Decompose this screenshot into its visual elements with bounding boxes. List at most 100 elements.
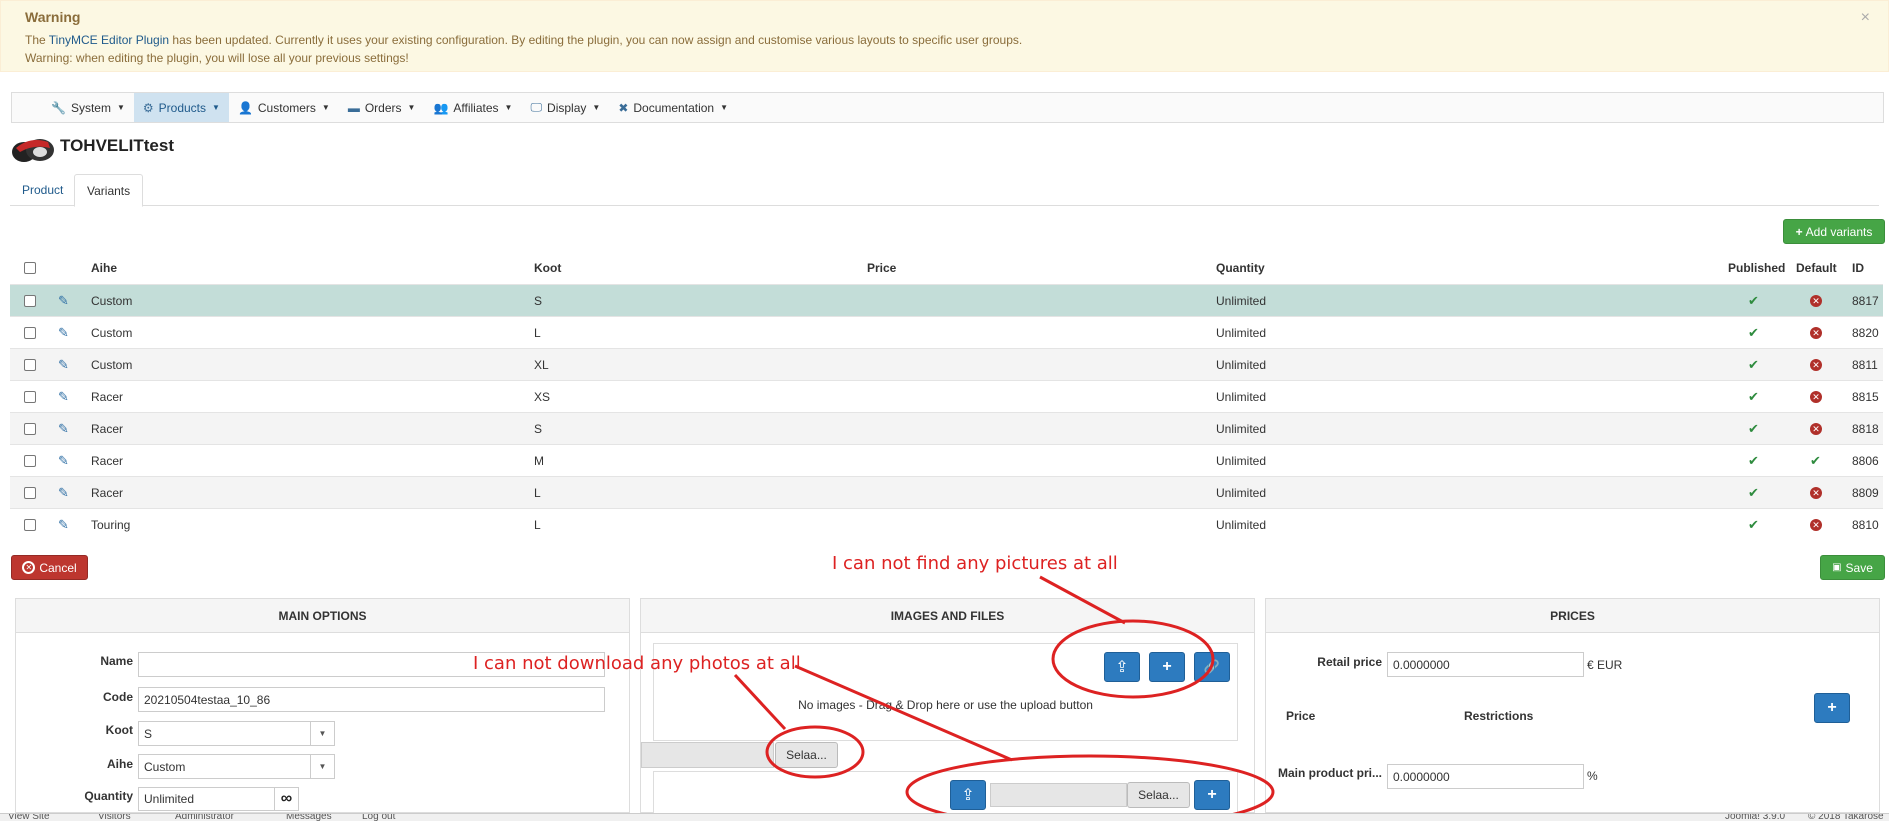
cancel-button[interactable]: ✕ Cancel <box>11 555 88 580</box>
header-id[interactable]: ID <box>1852 252 1864 284</box>
select-all-checkbox[interactable] <box>24 262 36 274</box>
view-site-link[interactable]: View Site <box>8 814 50 821</box>
published-check-icon[interactable]: ✔ <box>1748 453 1759 469</box>
table-row[interactable]: ✎ Custom S Unlimited ✔ ✕ 8817 <box>10 284 1883 316</box>
table-row[interactable]: ✎ Racer XS Unlimited ✔ ✕ 8815 <box>10 380 1883 412</box>
row-checkbox[interactable] <box>24 295 36 307</box>
menu-label: Display <box>547 100 587 115</box>
published-check-icon[interactable]: ✔ <box>1748 389 1759 405</box>
main-product-price-field[interactable]: 0.0000000 <box>1387 764 1584 789</box>
retail-price-field[interactable]: 0.0000000 <box>1387 652 1584 677</box>
row-checkbox[interactable] <box>24 519 36 531</box>
header-default[interactable]: Default <box>1796 252 1837 284</box>
menu-display[interactable]: 🖵 Display ▼ <box>521 93 609 122</box>
edit-pencil-icon[interactable]: ✎ <box>58 325 69 341</box>
browse-file-button[interactable]: Selaa... <box>1127 782 1190 808</box>
not-default-icon[interactable]: ✕ <box>1810 391 1822 403</box>
menu-affiliates[interactable]: 👥 Affiliates ▼ <box>424 93 521 122</box>
aihe-select[interactable]: Custom ▼ <box>138 754 335 779</box>
retail-price-label: Retail price <box>1317 655 1382 669</box>
link-image-button[interactable]: 🔗 <box>1194 652 1230 682</box>
published-check-icon[interactable]: ✔ <box>1748 485 1759 501</box>
table-header: Aihe Koot Price Quantity Published Defau… <box>10 252 1883 284</box>
name-label: Name <box>100 654 133 668</box>
tab-product[interactable]: Product <box>10 174 75 207</box>
not-default-icon[interactable]: ✕ <box>1810 359 1822 371</box>
row-checkbox[interactable] <box>24 391 36 403</box>
file-upload-path-field[interactable] <box>990 783 1127 807</box>
table-row[interactable]: ✎ Touring L Unlimited ✔ ✕ 8810 <box>10 508 1883 540</box>
koot-select[interactable]: S ▼ <box>138 721 335 746</box>
cell-id: 8809 <box>1852 486 1879 500</box>
default-check-icon[interactable]: ✔ <box>1810 453 1821 469</box>
row-checkbox[interactable] <box>24 423 36 435</box>
published-check-icon[interactable]: ✔ <box>1748 357 1759 373</box>
upload-image-button[interactable]: ⇪ <box>1104 652 1140 682</box>
table-row[interactable]: ✎ Custom XL Unlimited ✔ ✕ 8811 <box>10 348 1883 380</box>
save-button[interactable]: ▣ Save <box>1820 555 1885 580</box>
edit-pencil-icon[interactable]: ✎ <box>58 293 69 309</box>
published-check-icon[interactable]: ✔ <box>1748 325 1759 341</box>
tab-variants[interactable]: Variants <box>74 174 144 207</box>
cell-id: 8806 <box>1852 454 1879 468</box>
menu-orders[interactable]: ▬ Orders ▼ <box>339 93 425 122</box>
upload-file-button[interactable]: ⇪ <box>950 780 986 810</box>
row-checkbox[interactable] <box>24 327 36 339</box>
edit-pencil-icon[interactable]: ✎ <box>58 517 69 533</box>
infinity-icon[interactable]: ∞ <box>274 788 298 810</box>
not-default-icon[interactable]: ✕ <box>1810 423 1822 435</box>
header-koot[interactable]: Koot <box>534 252 561 284</box>
not-default-icon[interactable]: ✕ <box>1810 295 1822 307</box>
row-checkbox[interactable] <box>24 487 36 499</box>
code-label: Code <box>103 690 133 704</box>
variants-table: Aihe Koot Price Quantity Published Defau… <box>10 252 1883 540</box>
menu-documentation[interactable]: ✖ Documentation ▼ <box>609 93 737 122</box>
edit-pencil-icon[interactable]: ✎ <box>58 389 69 405</box>
edit-pencil-icon[interactable]: ✎ <box>58 421 69 437</box>
tinymce-plugin-link[interactable]: TinyMCE Editor Plugin <box>49 33 169 47</box>
row-checkbox[interactable] <box>24 359 36 371</box>
header-price[interactable]: Price <box>867 252 896 284</box>
cell-id: 8815 <box>1852 390 1879 404</box>
version-text: Joomla! 3.9.0 <box>1725 813 1786 821</box>
menu-products[interactable]: ⚙ Products ▼ <box>133 93 229 122</box>
edit-pencil-icon[interactable]: ✎ <box>58 485 69 501</box>
header-aihe[interactable]: Aihe <box>91 252 117 284</box>
administrators-badge[interactable]: Administrator <box>175 814 234 821</box>
not-default-icon[interactable]: ✕ <box>1810 487 1822 499</box>
add-image-button[interactable]: + <box>1149 652 1185 682</box>
edit-pencil-icon[interactable]: ✎ <box>58 453 69 469</box>
table-row[interactable]: ✎ Racer M Unlimited ✔ ✔ 8806 <box>10 444 1883 476</box>
messages-badge[interactable]: Messages <box>286 814 332 821</box>
not-default-icon[interactable]: ✕ <box>1810 327 1822 339</box>
header-published[interactable]: Published <box>1728 252 1785 284</box>
browse-button[interactable]: Selaa... <box>775 742 838 768</box>
restrictions-column-header: Restrictions <box>1464 709 1534 723</box>
not-default-icon[interactable]: ✕ <box>1810 519 1822 531</box>
row-checkbox[interactable] <box>24 455 36 467</box>
published-check-icon[interactable]: ✔ <box>1748 517 1759 533</box>
menu-system[interactable]: 🔧 System ▼ <box>42 93 134 122</box>
plus-icon: + <box>1162 658 1172 675</box>
menu-customers[interactable]: 👤 Customers ▼ <box>229 93 339 122</box>
logout-link[interactable]: Log out <box>362 814 395 821</box>
table-row[interactable]: ✎ Racer L Unlimited ✔ ✕ 8809 <box>10 476 1883 508</box>
visitors-badge[interactable]: Visitors <box>98 814 131 821</box>
header-quantity[interactable]: Quantity <box>1216 252 1265 284</box>
quantity-field[interactable]: Unlimited ∞ <box>138 787 299 811</box>
table-row[interactable]: ✎ Racer S Unlimited ✔ ✕ 8818 <box>10 412 1883 444</box>
published-check-icon[interactable]: ✔ <box>1748 421 1759 437</box>
add-price-button[interactable]: + <box>1814 693 1850 723</box>
file-path-field[interactable] <box>641 742 774 768</box>
add-variants-button[interactable]: + Add variants <box>1783 219 1885 244</box>
code-field[interactable]: 20210504testaa_10_86 <box>138 687 605 712</box>
caret-down-icon: ▼ <box>720 103 729 112</box>
published-check-icon[interactable]: ✔ <box>1748 293 1759 309</box>
add-file-button[interactable]: + <box>1194 780 1230 810</box>
menu-label: Orders <box>364 100 402 115</box>
images-title: IMAGES AND FILES <box>641 599 1254 633</box>
edit-pencil-icon[interactable]: ✎ <box>58 357 69 373</box>
table-row[interactable]: ✎ Custom L Unlimited ✔ ✕ 8820 <box>10 316 1883 348</box>
copyright-text: © 2018 Takarose <box>1808 813 1884 821</box>
close-icon[interactable]: × <box>1861 9 1870 27</box>
